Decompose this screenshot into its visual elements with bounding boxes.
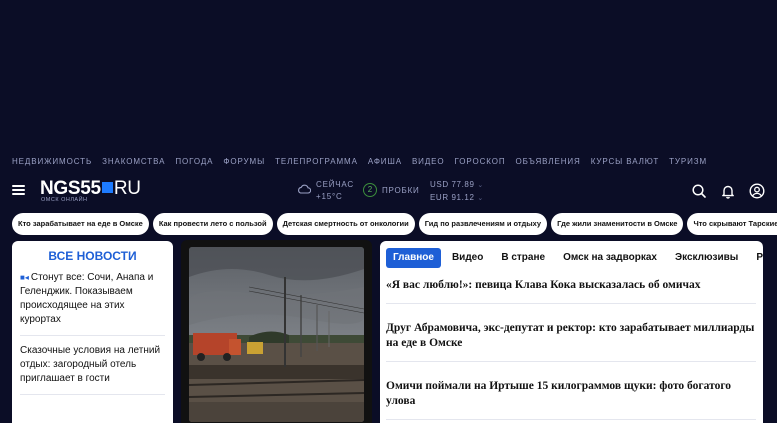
- tab-exclusives[interactable]: Эксклюзивы: [668, 248, 745, 268]
- top-nav: Недвижимость Знакомства Погода Форумы Те…: [12, 157, 707, 166]
- nav-link-video[interactable]: Видео: [412, 157, 445, 166]
- tag-chip[interactable]: Гид по развлечениям и отдыху: [418, 213, 548, 235]
- nav-link-ads[interactable]: Объявления: [516, 157, 581, 166]
- search-icon[interactable]: [691, 183, 707, 199]
- logo-main: NGS55: [40, 178, 101, 199]
- currency-rates[interactable]: USD 77.89 ⌄ EUR 91.12 ⌄: [430, 179, 484, 205]
- tab-omsk-backyard[interactable]: Омск на задворках: [556, 248, 664, 268]
- tag-chip[interactable]: Кто зарабатывает на еде в Омске: [12, 213, 149, 235]
- video-camera-icon: ■◂: [20, 273, 29, 282]
- news-photo: [188, 247, 365, 422]
- cloud-icon: [298, 184, 311, 194]
- logo-square: [101, 182, 113, 193]
- weather-widget[interactable]: Сейчас +15°C: [316, 179, 354, 203]
- nav-link-weather[interactable]: Погода: [175, 157, 213, 166]
- tab-country[interactable]: В стране: [494, 248, 552, 268]
- chevron-down-icon: ⌄: [477, 182, 484, 189]
- nav-link-tourism[interactable]: Туризм: [669, 157, 707, 166]
- nav-link-dating[interactable]: Знакомства: [102, 157, 165, 166]
- chevron-down-icon: ⌄: [477, 195, 484, 202]
- traffic-label[interactable]: Пробки: [382, 186, 420, 195]
- news-item[interactable]: Сказочные условия на летний отдых: загор…: [20, 344, 165, 395]
- bell-icon[interactable]: [720, 183, 736, 199]
- news-item-text: Стонут все: Сочи, Анапа и Геленджик. Пок…: [20, 272, 154, 325]
- headline-link[interactable]: «Я вас люблю!»: певица Клава Кока высказ…: [386, 278, 756, 304]
- tag-strip: Кто зарабатывает на еде в Омске Как пров…: [12, 213, 777, 235]
- weather-label: Сейчас: [316, 180, 354, 189]
- logo-ru: RU: [113, 178, 141, 199]
- site-header: NGS55 RU Омск онлайн Сейчас +15°C 2 Пробк…: [0, 176, 777, 206]
- nav-link-realty[interactable]: Недвижимость: [12, 157, 92, 166]
- traffic-score[interactable]: 2: [363, 183, 377, 197]
- nav-link-horoscope[interactable]: Гороскоп: [455, 157, 506, 166]
- news-item-text: Сказочные условия на летний отдых: загор…: [20, 345, 161, 384]
- tag-chip[interactable]: Где жили знаменитости в Омске: [551, 213, 684, 235]
- tag-chip[interactable]: Что скрывают Тарские вор: [687, 213, 777, 235]
- main-news: Главное Видео В стране Омск на задворках…: [380, 241, 763, 423]
- weather-temp: +15°C: [316, 192, 343, 201]
- headline-link[interactable]: Друг Абрамовича, экс-депутат и ректор: к…: [386, 321, 756, 362]
- nav-link-afisha[interactable]: Афиша: [368, 157, 402, 166]
- nav-link-tv[interactable]: Телепрограмма: [275, 157, 358, 166]
- tab-video[interactable]: Видео: [445, 248, 490, 268]
- tag-chip[interactable]: Как провести лето с пользой: [152, 213, 273, 235]
- photo-card[interactable]: [181, 240, 372, 423]
- nav-link-rates[interactable]: Курсы валют: [591, 157, 659, 166]
- usd-rate: USD 77.89: [430, 180, 475, 189]
- nav-link-forums[interactable]: Форумы: [223, 157, 265, 166]
- news-item[interactable]: ■◂ Стонут все: Сочи, Анапа и Геленджик. П…: [20, 271, 165, 336]
- tag-chip[interactable]: Детская смертность от онкологии: [276, 213, 415, 235]
- tab-main[interactable]: Главное: [386, 248, 441, 268]
- news-feed-title[interactable]: Все новости: [12, 241, 173, 263]
- headline-link[interactable]: Омичи поймали на Иртыше 15 килограммов щ…: [386, 379, 756, 420]
- user-icon[interactable]: [749, 183, 765, 199]
- eur-rate: EUR 91.12: [430, 193, 475, 202]
- news-feed: Все новости ■◂ Стонут все: Сочи, Анапа и …: [12, 241, 173, 423]
- tab-reports[interactable]: Репортаж: [749, 248, 763, 268]
- logo-subtitle: Омск онлайн: [41, 197, 88, 203]
- menu-icon[interactable]: [12, 185, 25, 195]
- main-tabs: Главное Видео В стране Омск на задворках…: [386, 248, 763, 268]
